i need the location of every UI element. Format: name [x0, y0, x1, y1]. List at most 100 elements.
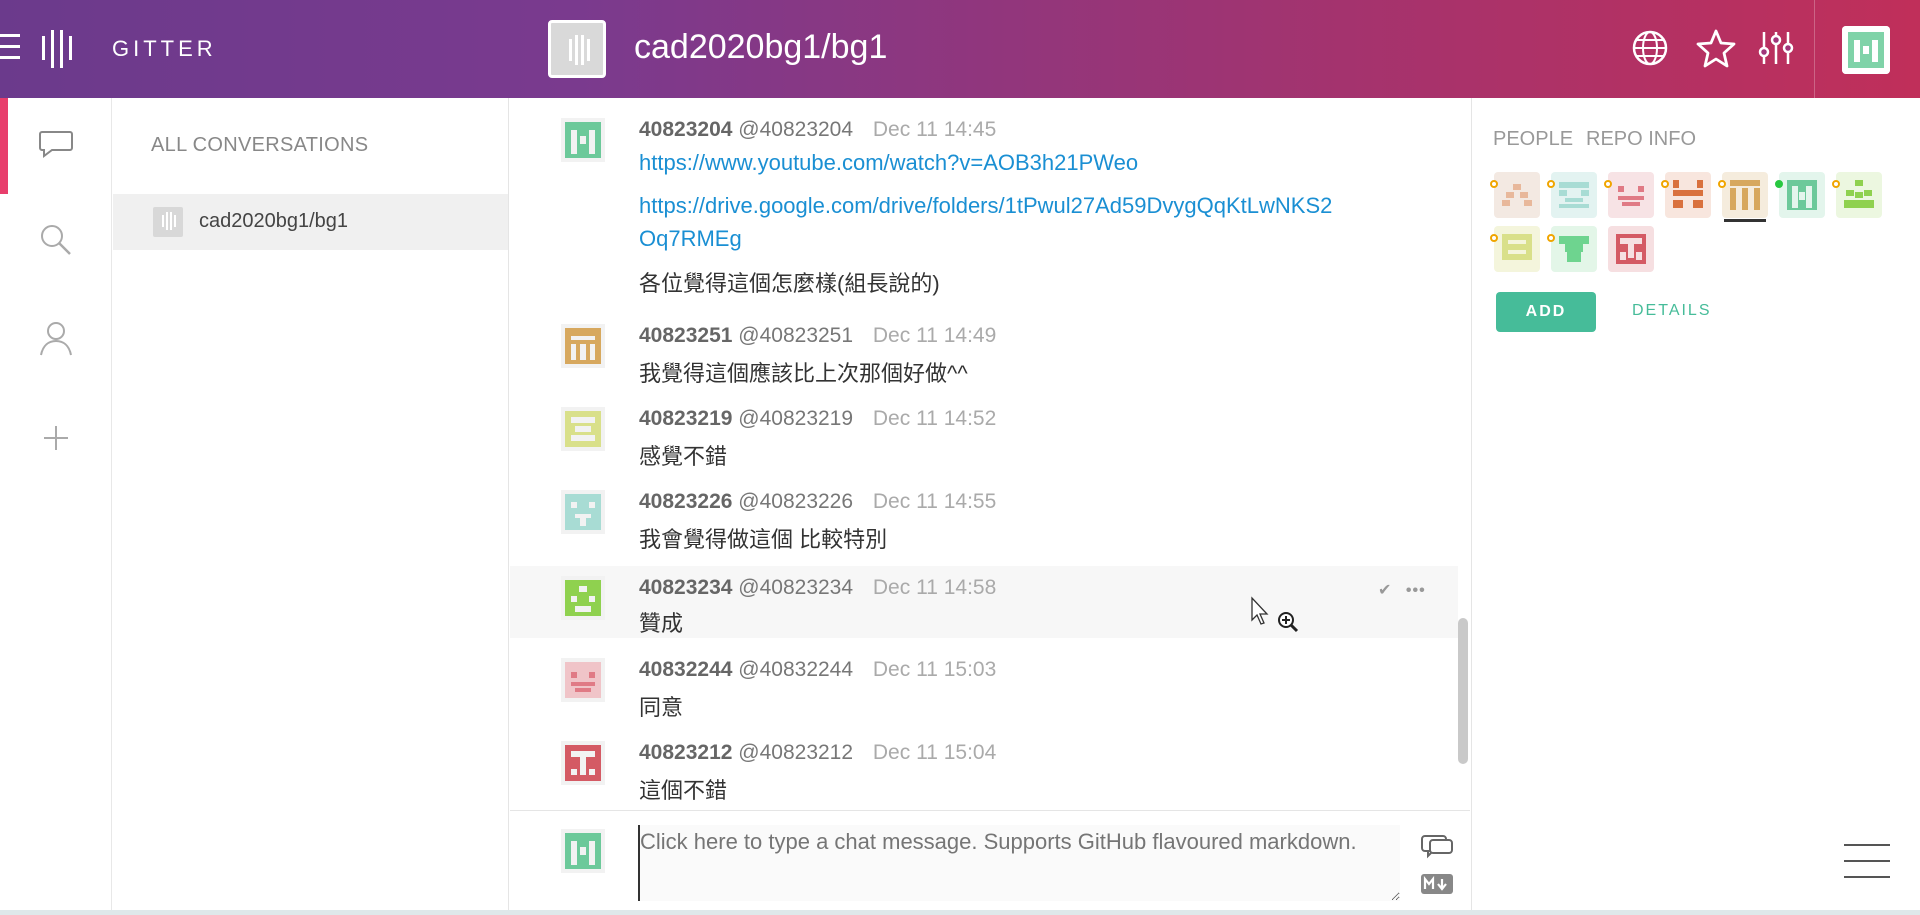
tab-people[interactable]: PEOPLE [1493, 128, 1573, 151]
user-avatar[interactable] [1842, 26, 1890, 74]
user-avatar[interactable] [561, 576, 605, 620]
active-indicator [0, 98, 8, 194]
person-avatar[interactable] [1718, 172, 1768, 222]
conversations-title: ALL CONVERSATIONS [151, 134, 369, 156]
message-item: 40832244 @40832244 Dec 11 15:03 同意 [510, 644, 1458, 724]
brand-name[interactable]: GITTER [112, 36, 217, 62]
person-avatar[interactable] [1608, 226, 1654, 272]
message-text: 各位覺得這個怎麼樣(組長說的) [639, 271, 940, 296]
person-avatar[interactable] [1547, 172, 1597, 218]
markdown-icon[interactable] [1420, 871, 1454, 897]
user-avatar[interactable] [561, 407, 605, 451]
read-check-icon[interactable]: ✔ [1378, 582, 1391, 599]
chat-messages: 40823204 @40823204 Dec 11 14:45 https://… [510, 98, 1470, 810]
username[interactable]: @40823226 [738, 490, 853, 513]
timestamp[interactable]: Dec 11 14:55 [873, 490, 996, 513]
message-actions: ✔ ••• [1378, 580, 1426, 600]
display-name[interactable]: 40823219 [639, 407, 732, 430]
person-icon[interactable] [36, 318, 76, 358]
username[interactable]: @40823251 [738, 324, 853, 347]
mouse-cursor-icon [1251, 596, 1299, 633]
room-avatar [548, 20, 606, 78]
gitter-logo-icon[interactable] [42, 30, 72, 68]
message-link[interactable]: https://www.youtube.com/watch?v=AOB3h21P… [639, 150, 1138, 176]
message-link[interactable]: https://drive.google.com/drive/folders/1… [639, 193, 1332, 219]
message-meta: 40832244 @40832244 Dec 11 15:03 [639, 658, 996, 682]
display-name[interactable]: 40823212 [639, 741, 732, 764]
conversations-panel: ALL CONVERSATIONS cad2020bg1/bg1 [113, 98, 509, 915]
person-avatar[interactable] [1490, 226, 1540, 272]
user-avatar[interactable] [561, 118, 605, 162]
settings-sliders-icon[interactable] [1756, 28, 1796, 68]
message-text: 感覺不錯 [639, 444, 728, 469]
hamburger-menu-icon[interactable] [0, 34, 20, 64]
person-avatar[interactable] [1490, 172, 1540, 218]
message-item: 40823251 @40823251 Dec 11 14:49 我覺得這個應該比… [510, 310, 1458, 390]
message-text: 我覺得這個應該比上次那個好做^^ [639, 361, 968, 386]
tab-repo-info[interactable]: REPO INFO [1586, 128, 1696, 151]
header-divider [1814, 0, 1815, 98]
chat-message-input[interactable] [638, 825, 1400, 901]
timestamp[interactable]: Dec 11 15:03 [873, 658, 996, 681]
room-title: cad2020bg1/bg1 [634, 28, 888, 66]
conversation-avatar [153, 207, 183, 237]
message-meta: 40823212 @40823212 Dec 11 15:04 [639, 741, 996, 765]
bottom-strip [0, 910, 1920, 915]
user-avatar [561, 829, 605, 873]
timestamp[interactable]: Dec 11 14:52 [873, 407, 996, 430]
display-name[interactable]: 40823204 [639, 118, 732, 141]
timestamp[interactable]: Dec 11 14:49 [873, 324, 996, 347]
chat-scrollbar[interactable] [1458, 618, 1468, 764]
message-meta: 40823219 @40823219 Dec 11 14:52 [639, 407, 996, 431]
left-rail [0, 98, 112, 915]
message-meta: 40823226 @40823226 Dec 11 14:55 [639, 490, 996, 514]
user-avatar[interactable] [561, 490, 605, 534]
message-meta: 40823234 @40823234 Dec 11 14:58 [639, 576, 996, 600]
message-text: 我會覺得做這個 比較特別 [639, 527, 888, 552]
message-item: 40823212 @40823212 Dec 11 15:04 這個不錯 [510, 727, 1458, 807]
message-text: 這個不錯 [639, 778, 728, 803]
top-bar: GITTER cad2020bg1/bg1 [0, 0, 1920, 98]
person-avatar[interactable] [1661, 172, 1711, 218]
star-icon[interactable] [1696, 28, 1736, 68]
username[interactable]: @40832244 [738, 658, 853, 681]
user-avatar[interactable] [561, 658, 605, 702]
message-item: 40823234 @40823234 Dec 11 14:58 贊成 ✔ ••• [510, 566, 1458, 638]
user-avatar[interactable] [561, 741, 605, 785]
add-people-button[interactable]: ADD [1496, 292, 1596, 332]
more-options-icon[interactable]: ••• [1406, 582, 1426, 599]
person-avatar[interactable] [1775, 172, 1825, 218]
username[interactable]: @40823234 [738, 576, 853, 599]
compose-mode-icon[interactable] [1420, 833, 1454, 859]
person-avatar[interactable] [1604, 172, 1654, 218]
chat-composer [510, 810, 1470, 915]
display-name[interactable]: 40832244 [639, 658, 732, 681]
display-name[interactable]: 40823226 [639, 490, 732, 513]
user-avatar[interactable] [561, 324, 605, 368]
message-text: 同意 [639, 695, 684, 720]
plus-icon[interactable] [36, 418, 76, 458]
message-link[interactable]: Oq7RMEg [639, 226, 742, 252]
message-item: 40823204 @40823204 Dec 11 14:45 https://… [510, 98, 1458, 298]
right-panel: PEOPLE REPO INFO ADD DETAILS [1471, 98, 1920, 915]
username[interactable]: @40823212 [738, 741, 853, 764]
timestamp[interactable]: Dec 11 15:04 [873, 741, 996, 764]
display-name[interactable]: 40823234 [639, 576, 732, 599]
username[interactable]: @40823204 [738, 118, 853, 141]
person-avatar[interactable] [1832, 172, 1882, 218]
message-meta: 40823204 @40823204 Dec 11 14:45 [639, 118, 996, 142]
chat-bubble-icon[interactable] [36, 122, 76, 162]
message-item: 40823219 @40823219 Dec 11 14:52 感覺不錯 [510, 393, 1458, 473]
search-icon[interactable] [36, 220, 76, 260]
globe-icon[interactable] [1630, 28, 1670, 68]
display-name[interactable]: 40823251 [639, 324, 732, 347]
timestamp[interactable]: Dec 11 14:45 [873, 118, 996, 141]
timestamp[interactable]: Dec 11 14:58 [873, 576, 996, 599]
conversation-name: cad2020bg1/bg1 [199, 210, 349, 232]
conversation-item[interactable]: cad2020bg1/bg1 [113, 194, 508, 250]
details-link[interactable]: DETAILS [1632, 302, 1712, 320]
message-meta: 40823251 @40823251 Dec 11 14:49 [639, 324, 996, 348]
person-avatar[interactable] [1547, 226, 1597, 272]
room-menu-icon[interactable] [1844, 844, 1890, 880]
username[interactable]: @40823219 [738, 407, 853, 430]
